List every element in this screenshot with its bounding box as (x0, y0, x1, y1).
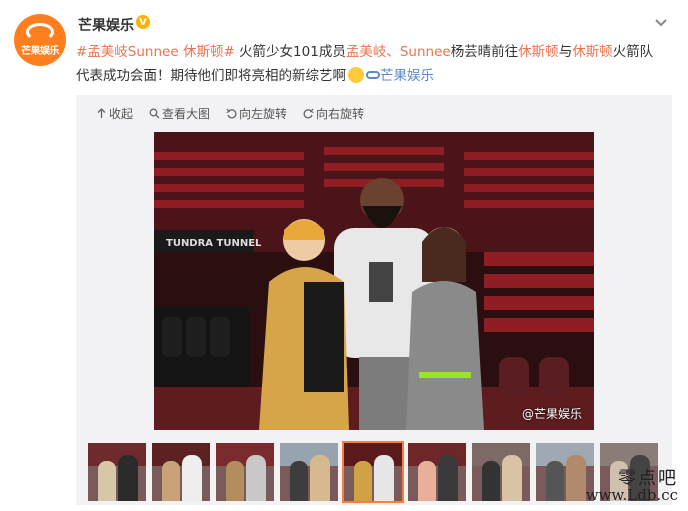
collapse-button[interactable]: 收起 (96, 105, 133, 122)
rotate-right-label: 向右旋转 (316, 107, 365, 121)
rotate-left-button[interactable]: 向左旋转 (226, 105, 287, 122)
rotate-left-icon (226, 108, 237, 119)
avatar-label: 芒果娱乐 (21, 46, 60, 57)
post-text-segment: 火箭少女101成员 (234, 44, 346, 60)
account-name[interactable]: 芒果娱乐 (78, 15, 134, 35)
rotate-left-label: 向左旋转 (239, 107, 288, 121)
thumbnail-active[interactable] (342, 441, 404, 503)
link-icon (366, 71, 380, 79)
main-photo[interactable]: TUNDRA TUNNEL @芒果娱乐 (154, 132, 594, 430)
mango-logo-icon (26, 23, 54, 41)
collapse-label: 收起 (109, 107, 134, 121)
site-watermark-url: www.Ldb.cc (585, 486, 678, 504)
mention-link[interactable]: 休斯顿 (518, 44, 559, 60)
mention-link[interactable]: 休斯顿 (572, 44, 613, 60)
thumbnail[interactable] (152, 443, 210, 501)
mention-link[interactable]: 孟美岐 (346, 44, 387, 60)
post-text-segment: 与 (558, 44, 573, 60)
post-text-segment: 杨芸晴前往 (450, 44, 519, 60)
chevron-down-icon[interactable] (654, 18, 668, 28)
photo-watermark: @芒果娱乐 (521, 407, 582, 421)
mention-separator: 、 (386, 44, 400, 60)
view-large-label: 查看大图 (162, 107, 211, 121)
thumbnail[interactable] (216, 443, 274, 501)
view-large-button[interactable]: 查看大图 (149, 105, 210, 122)
surprised-face-icon (348, 67, 364, 83)
post-line-1: #孟美岐Sunnee 休斯顿# 火箭少女101成员孟美岐、Sunnee杨芸晴前往… (76, 40, 674, 64)
thumbnail[interactable] (472, 443, 530, 501)
post-line-2: 代表成功会面！期待他们即将亮相的新综艺啊 芒果娱乐 (76, 64, 674, 88)
media-viewer: 收起 查看大图 向左旋转 向右旋转 TUNDRA TUNNEL @芒果娱乐 (76, 95, 672, 505)
thumbnail[interactable] (88, 443, 146, 501)
site-watermark: 零点吧 www.Ldb.cc (586, 470, 678, 503)
post-text-segment: 代表成功会面！期待他们即将亮相的新综艺啊 (76, 68, 346, 84)
hashtag-link[interactable]: #孟美岐Sunnee 休斯顿# (76, 44, 235, 60)
thumbnail[interactable] (280, 443, 338, 501)
rotate-right-icon (303, 108, 314, 119)
magnifier-icon (149, 108, 160, 119)
post-text: #孟美岐Sunnee 休斯顿# 火箭少女101成员孟美岐、Sunnee杨芸晴前往… (76, 40, 674, 88)
mention-link[interactable]: Sunnee (400, 44, 451, 60)
verified-badge-icon: V (136, 15, 150, 29)
post-text-segment: 火箭队 (612, 44, 654, 60)
svg-text:TUNDRA TUNNEL: TUNDRA TUNNEL (166, 238, 262, 249)
thumbnail-strip (88, 441, 658, 503)
source-link[interactable]: 芒果娱乐 (380, 68, 434, 84)
arrow-up-icon (97, 108, 106, 118)
thumbnail[interactable] (408, 443, 466, 501)
avatar[interactable]: 芒果娱乐 (14, 14, 66, 66)
image-toolbar: 收起 查看大图 向左旋转 向右旋转 (96, 105, 364, 122)
rotate-right-button[interactable]: 向右旋转 (303, 105, 364, 122)
arena-photo-illustration: TUNDRA TUNNEL (154, 132, 594, 430)
